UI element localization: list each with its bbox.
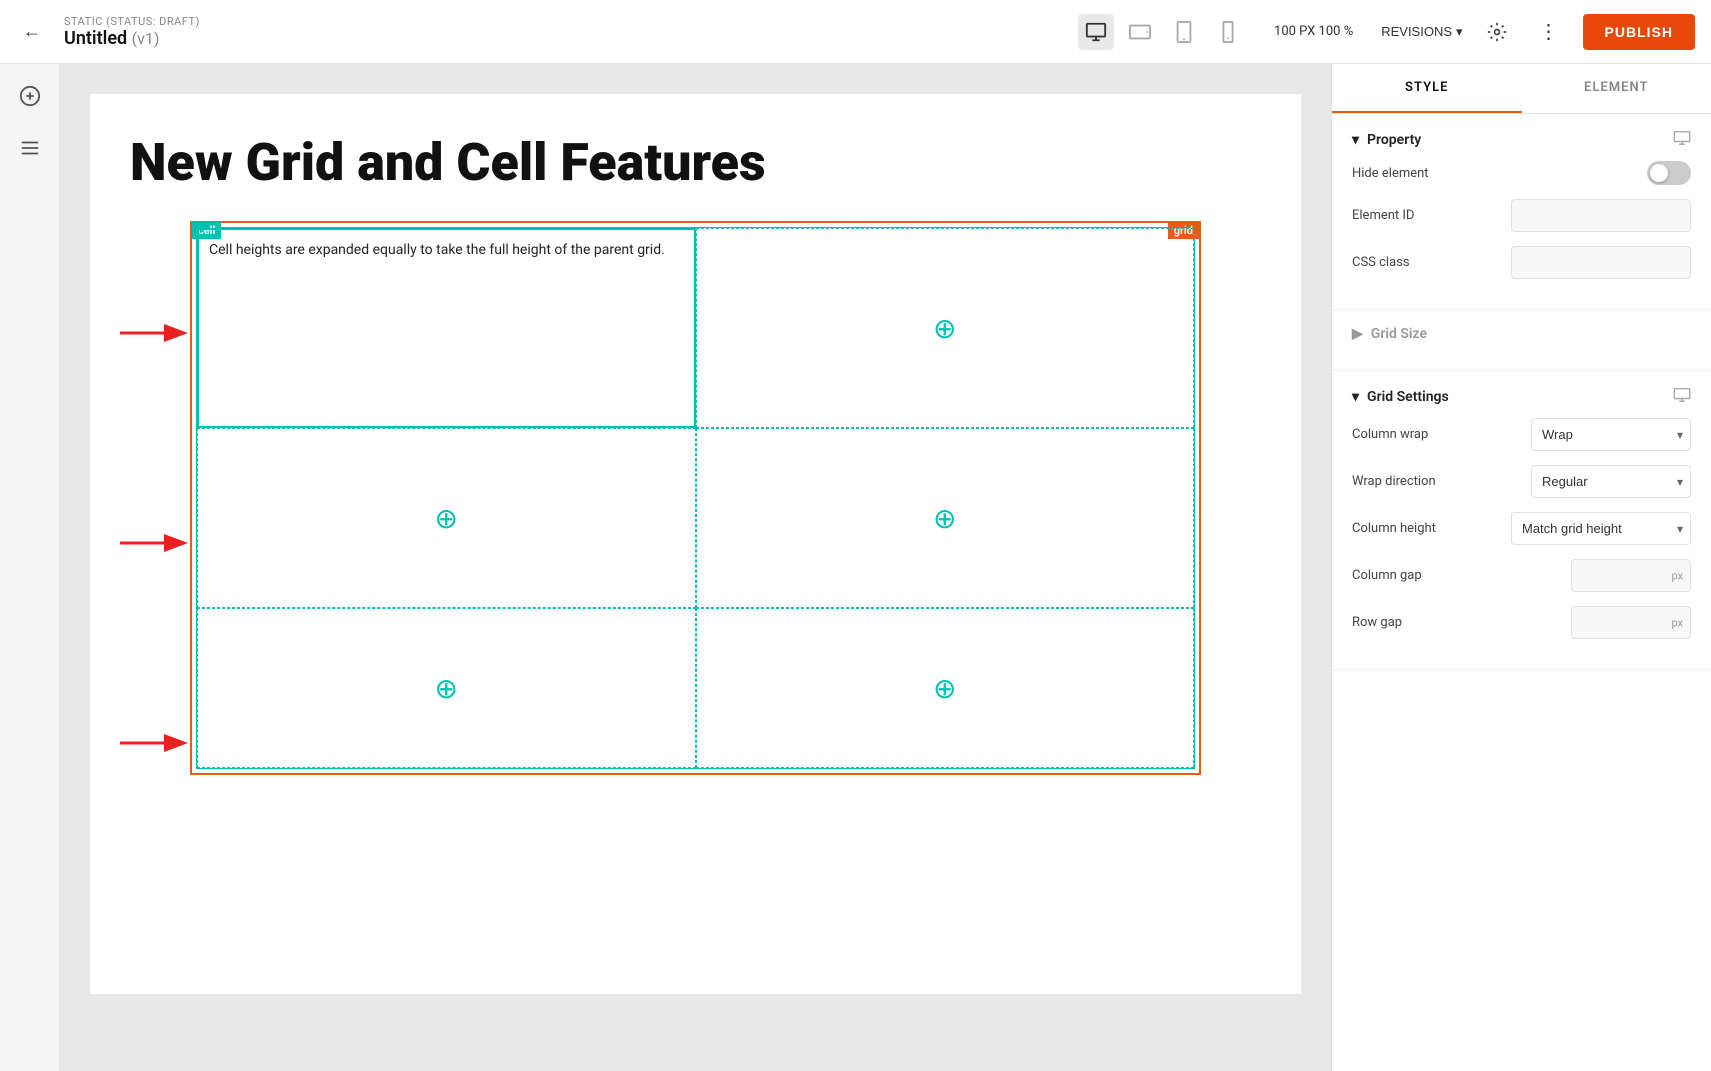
canvas-content: New Grid and Cell Features <box>90 94 1301 994</box>
css-class-input[interactable] <box>1511 246 1691 279</box>
desktop-device-button[interactable] <box>1078 14 1114 50</box>
column-height-label: Column height <box>1352 521 1503 536</box>
row-gap-input[interactable] <box>1571 606 1691 639</box>
add-cell-icon-1-2[interactable]: ⊕ <box>933 312 956 345</box>
element-id-label: Element ID <box>1352 208 1503 223</box>
main-layout: New Grid and Cell Features <box>0 64 1711 1071</box>
add-cell-icon-2-1[interactable]: ⊕ <box>435 502 458 535</box>
grid-settings-title: ▾ Grid Settings <box>1352 389 1449 405</box>
tablet-portrait-device-button[interactable] <box>1166 14 1202 50</box>
wrap-direction-select-wrapper: Regular Reverse ▾ <box>1531 465 1691 498</box>
add-cell-icon-3-2[interactable]: ⊕ <box>933 672 956 705</box>
css-class-row: CSS class <box>1352 246 1691 279</box>
hide-element-label: Hide element <box>1352 166 1639 181</box>
grid-size-section: ▶ Grid Size <box>1332 310 1711 371</box>
publish-button[interactable]: PUBLISH <box>1583 14 1695 50</box>
add-cell-icon-2-2[interactable]: ⊕ <box>933 502 956 535</box>
panel-tabs: STYLE ELEMENT <box>1332 64 1711 114</box>
css-class-label: CSS class <box>1352 255 1503 270</box>
column-height-row: Column height Match grid height Auto Fix… <box>1352 512 1691 545</box>
chevron-right-icon: ▶ <box>1352 326 1363 342</box>
grid-settings-section: ▾ Grid Settings Column wrap Wrap No wrap… <box>1332 371 1711 670</box>
grid-cell-3-1: ⊕ <box>197 608 696 768</box>
arrow-left-2 <box>120 531 190 555</box>
column-gap-input-wrapper: px <box>1571 559 1691 592</box>
column-gap-row: Column gap px <box>1352 559 1691 592</box>
row-gap-input-wrapper: px <box>1571 606 1691 639</box>
grid-cell-3-2: ⊕ <box>696 608 1195 768</box>
column-wrap-row: Column wrap Wrap No wrap ▾ <box>1352 418 1691 451</box>
mobile-device-button[interactable] <box>1210 14 1246 50</box>
row-gap-row: Row gap px <box>1352 606 1691 639</box>
grid-cell-2-1: ⊕ <box>197 428 696 608</box>
monitor-icon-property <box>1673 130 1691 149</box>
page-title-header: Untitled (v1) <box>64 28 1062 49</box>
left-sidebar <box>0 64 60 1071</box>
row-gap-label: Row gap <box>1352 615 1563 630</box>
wrap-direction-row: Wrap direction Regular Reverse ▾ <box>1352 465 1691 498</box>
grid-outer-container: grid cell Cell heights are expanded equa… <box>190 221 1201 775</box>
grid-settings-header[interactable]: ▾ Grid Settings <box>1352 387 1691 406</box>
canvas-area: New Grid and Cell Features <box>60 64 1331 1071</box>
property-section-header[interactable]: ▾ Property <box>1352 130 1691 149</box>
arrow-left-1 <box>120 321 190 345</box>
element-id-input[interactable] <box>1511 199 1691 232</box>
tab-element[interactable]: ELEMENT <box>1522 64 1711 113</box>
column-wrap-select[interactable]: Wrap No wrap <box>1531 418 1691 451</box>
hide-element-row: Hide element <box>1352 161 1691 185</box>
hamburger-icon[interactable] <box>14 132 46 164</box>
column-wrap-label: Column wrap <box>1352 427 1523 442</box>
column-wrap-select-wrapper: Wrap No wrap ▾ <box>1531 418 1691 451</box>
grid-size-header[interactable]: ▶ Grid Size <box>1352 326 1691 342</box>
page-status: STATIC (STATUS: DRAFT) <box>64 15 1062 28</box>
property-title: ▾ Property <box>1352 132 1421 148</box>
add-cell-icon-3-1[interactable]: ⊕ <box>435 672 458 705</box>
right-panel: STYLE ELEMENT ▾ Property Hide element El… <box>1331 64 1711 1071</box>
back-button[interactable]: ← <box>16 16 48 48</box>
grid-cell-1-1: Cell heights are expanded equally to tak… <box>197 228 696 428</box>
grid-inner: Cell heights are expanded equally to tak… <box>196 227 1195 769</box>
wrap-direction-label: Wrap direction <box>1352 474 1523 489</box>
zoom-level: 100 PX 100 % <box>1274 24 1353 39</box>
column-height-select[interactable]: Match grid height Auto Fixed <box>1511 512 1691 545</box>
monitor-icon-settings <box>1673 387 1691 406</box>
grid-cell-2-2: ⊕ <box>696 428 1195 608</box>
chevron-down-icon-settings: ▾ <box>1352 389 1359 405</box>
grid-size-title: ▶ Grid Size <box>1352 326 1427 342</box>
header: ← STATIC (STATUS: DRAFT) Untitled (v1) 1… <box>0 0 1711 64</box>
grid-cell-1-2: ⊕ <box>696 228 1195 428</box>
settings-button[interactable] <box>1479 14 1515 50</box>
property-section: ▾ Property Hide element Element ID CSS c… <box>1332 114 1711 310</box>
column-gap-input[interactable] <box>1571 559 1691 592</box>
more-options-button[interactable]: ⋮ <box>1531 14 1567 50</box>
chevron-down-icon: ▾ <box>1352 132 1359 148</box>
revisions-button[interactable]: REVISIONS ▾ <box>1381 24 1462 40</box>
wrap-direction-select[interactable]: Regular Reverse <box>1531 465 1691 498</box>
page-info: STATIC (STATUS: DRAFT) Untitled (v1) <box>64 15 1062 49</box>
column-gap-label: Column gap <box>1352 568 1563 583</box>
add-element-icon[interactable] <box>14 80 46 112</box>
hide-element-toggle[interactable] <box>1647 161 1691 185</box>
arrow-left-3 <box>120 731 190 755</box>
tablet-landscape-device-button[interactable] <box>1122 14 1158 50</box>
column-height-select-wrapper: Match grid height Auto Fixed ▾ <box>1511 512 1691 545</box>
page-heading: New Grid and Cell Features <box>130 134 1261 191</box>
tab-style[interactable]: STYLE <box>1332 64 1522 113</box>
device-switcher <box>1078 14 1246 50</box>
cell-content-text: Cell heights are expanded equally to tak… <box>209 240 665 261</box>
element-id-row: Element ID <box>1352 199 1691 232</box>
